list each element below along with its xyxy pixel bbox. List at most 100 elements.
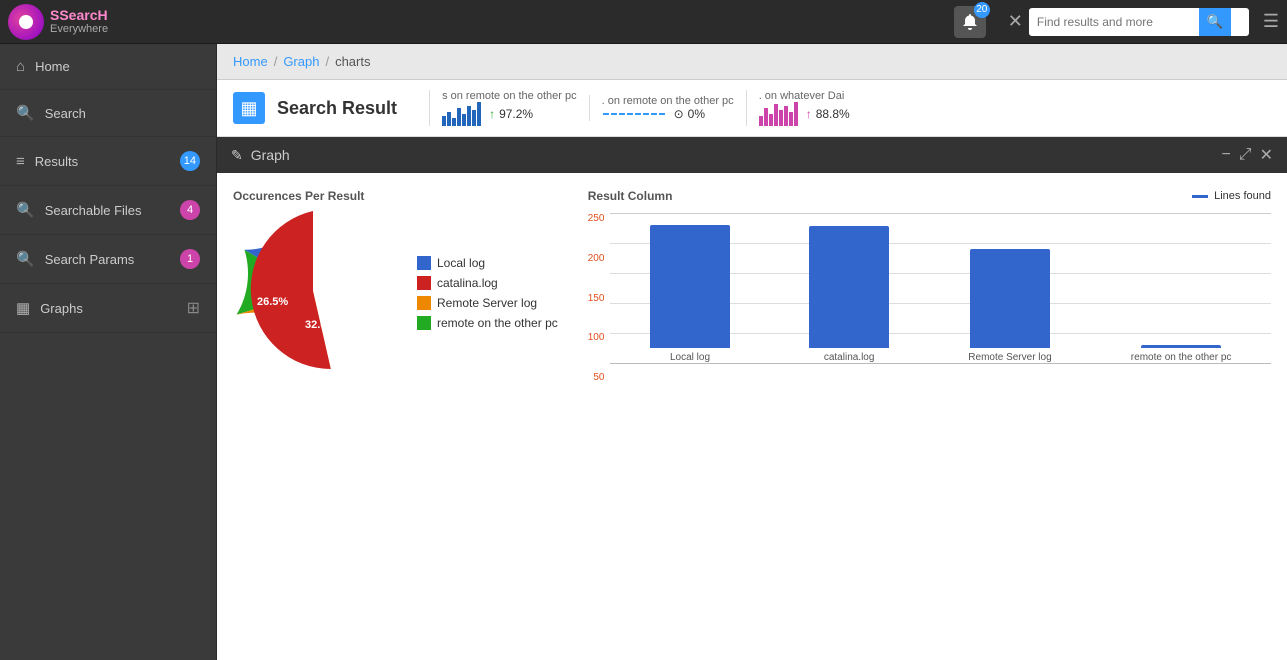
result-header: ▦ Search Result s on remote on the other… xyxy=(217,80,1287,137)
graphs-icon: ▦ xyxy=(16,299,30,317)
sidebar-label-search-params: Search Params xyxy=(45,252,170,267)
sparkline-2 xyxy=(602,113,666,115)
legend-label-2: catalina.log xyxy=(437,276,498,290)
pie-legend: Local log catalina.log Remote Server log xyxy=(417,256,558,330)
breadcrumb: Home / Graph / charts xyxy=(217,44,1287,80)
bar-label-3: Remote Server log xyxy=(968,352,1051,363)
bar-legend: Lines found xyxy=(1192,190,1271,202)
searchable-files-badge: 4 xyxy=(180,200,200,220)
results-icon: ≡ xyxy=(16,153,25,170)
bar-legend-label: Lines found xyxy=(1214,190,1271,202)
results-badge: 14 xyxy=(180,151,200,171)
search-bar: 🔍 xyxy=(1029,8,1249,36)
bar-item-1: Local log xyxy=(650,225,730,363)
sidebar-item-results[interactable]: ≡ Results 14 xyxy=(0,137,216,186)
logo: SSearcH Everywhere xyxy=(8,4,108,40)
topbar: SSearcH Everywhere 20 ✕ 🔍 ☰ xyxy=(0,0,1287,44)
bar-label-1: Local log xyxy=(670,352,710,363)
pie-label-2: 32.6% xyxy=(305,319,336,331)
main-layout: ⌂ Home 🔍 Search ≡ Results 14 🔍 Searchabl… xyxy=(0,44,1287,660)
home-icon: ⌂ xyxy=(16,58,25,75)
legend-item-2: catalina.log xyxy=(417,276,558,290)
bar-item-4: remote on the other pc xyxy=(1131,345,1232,363)
charts-area: Occurences Per Result xyxy=(217,173,1287,399)
bar-legend-color xyxy=(1192,195,1208,198)
content-area: Home / Graph / charts ▦ Search Result s … xyxy=(217,44,1287,660)
graph-edit-icon: ✎ xyxy=(231,147,243,164)
sidebar-label-results: Results xyxy=(35,154,170,169)
stat-label-2: . on remote on the other pc xyxy=(602,95,734,107)
legend-color-3 xyxy=(417,296,431,310)
bar-item-2: catalina.log xyxy=(809,226,889,363)
stat-item-3: . on whatever Dai ↑ 88.8% xyxy=(746,90,866,126)
pie-section: Occurences Per Result xyxy=(233,189,558,383)
sidebar-item-searchable-files[interactable]: 🔍 Searchable Files 4 xyxy=(0,186,216,235)
sidebar-item-search-params[interactable]: 🔍 Search Params 1 xyxy=(0,235,216,284)
bar-label-4: remote on the other pc xyxy=(1131,352,1232,363)
result-header-title: Search Result xyxy=(277,98,397,119)
y-label-250: 250 xyxy=(588,213,605,224)
search-submit-button[interactable]: 🔍 xyxy=(1199,8,1232,36)
sidebar-item-search[interactable]: 🔍 Search xyxy=(0,90,216,137)
graph-header: ✎ Graph − ⤢ ✕ xyxy=(217,137,1287,173)
graphs-add-button[interactable]: ⊞ xyxy=(187,298,200,318)
bar-label-2: catalina.log xyxy=(824,352,875,363)
sidebar: ⌂ Home 🔍 Search ≡ Results 14 🔍 Searchabl… xyxy=(0,44,217,660)
notification-badge: 20 xyxy=(974,2,990,18)
stat-label-1: s on remote on the other pc xyxy=(442,90,577,102)
legend-item-1: Local log xyxy=(417,256,558,270)
sidebar-label-searchable-files: Searchable Files xyxy=(45,203,170,218)
legend-item-3: Remote Server log xyxy=(417,296,558,310)
search-params-icon: 🔍 xyxy=(16,250,35,268)
graph-maximize-button[interactable]: ⤢ xyxy=(1239,146,1252,164)
bar-y-axis: 250 200 150 100 50 xyxy=(588,213,611,383)
legend-item-4: remote on the other pc xyxy=(417,316,558,330)
search-params-badge: 1 xyxy=(180,249,200,269)
sidebar-item-graphs[interactable]: ▦ Graphs ⊞ xyxy=(0,284,216,333)
bar-group: Local log catalina.log Remote Server log xyxy=(610,213,1271,363)
breadcrumb-home[interactable]: Home xyxy=(233,54,268,69)
bar-rect-2 xyxy=(809,226,889,348)
notification-button[interactable]: 20 xyxy=(954,6,986,38)
app-title: SSearcH xyxy=(50,8,108,23)
sidebar-label-graphs: Graphs xyxy=(40,301,176,316)
searchable-files-icon: 🔍 xyxy=(16,201,35,219)
graph-minimize-button[interactable]: − xyxy=(1221,146,1230,164)
legend-label-4: remote on the other pc xyxy=(437,316,558,330)
stat-value-1: ↑ 97.2% xyxy=(489,107,533,121)
legend-label-3: Remote Server log xyxy=(437,296,537,310)
breadcrumb-graph[interactable]: Graph xyxy=(283,54,319,69)
stat-label-3: . on whatever Dai xyxy=(759,90,866,102)
bar-chart-inner: Local log catalina.log Remote Server log xyxy=(610,213,1271,383)
search-input[interactable] xyxy=(1029,9,1199,35)
sidebar-item-home[interactable]: ⌂ Home xyxy=(0,44,216,90)
close-top-button[interactable]: ✕ xyxy=(1008,11,1023,32)
graph-panel-title: Graph xyxy=(251,147,1214,163)
legend-color-2 xyxy=(417,276,431,290)
sparkline-3 xyxy=(759,102,798,126)
bar-title: Result Column xyxy=(588,189,673,203)
pie-container: 32.7% 32.6% 26.5% Local log xyxy=(233,211,558,374)
sidebar-label-search: Search xyxy=(45,106,200,121)
grid-line-6 xyxy=(610,363,1271,364)
pie-label-1: 32.7% xyxy=(328,269,359,281)
bar-rect-4 xyxy=(1141,345,1221,348)
y-label-50: 50 xyxy=(593,372,604,383)
pie-label-3: 26.5% xyxy=(257,296,288,308)
stat-item-2: . on remote on the other pc ⊙ 0% xyxy=(589,95,734,121)
sidebar-label-home: Home xyxy=(35,59,200,74)
legend-color-4 xyxy=(417,316,431,330)
sparkline-1 xyxy=(442,102,481,126)
result-header-icon: ▦ xyxy=(233,92,265,124)
app-subtitle: Everywhere xyxy=(50,23,108,35)
graph-panel: ✎ Graph − ⤢ ✕ Occurences Per Result xyxy=(217,137,1287,660)
graph-close-button[interactable]: ✕ xyxy=(1260,145,1273,165)
pie-chart-svg: 32.7% 32.6% 26.5% xyxy=(233,211,393,374)
menu-button[interactable]: ☰ xyxy=(1263,11,1279,32)
breadcrumb-sep-2: / xyxy=(325,54,329,69)
pie-title: Occurences Per Result xyxy=(233,189,364,203)
bar-chart-container: 250 200 150 100 50 xyxy=(588,213,1271,383)
bar-rect-3 xyxy=(970,249,1050,348)
bar-section: Result Column Lines found 250 200 150 10… xyxy=(588,189,1271,383)
legend-label-1: Local log xyxy=(437,256,485,270)
